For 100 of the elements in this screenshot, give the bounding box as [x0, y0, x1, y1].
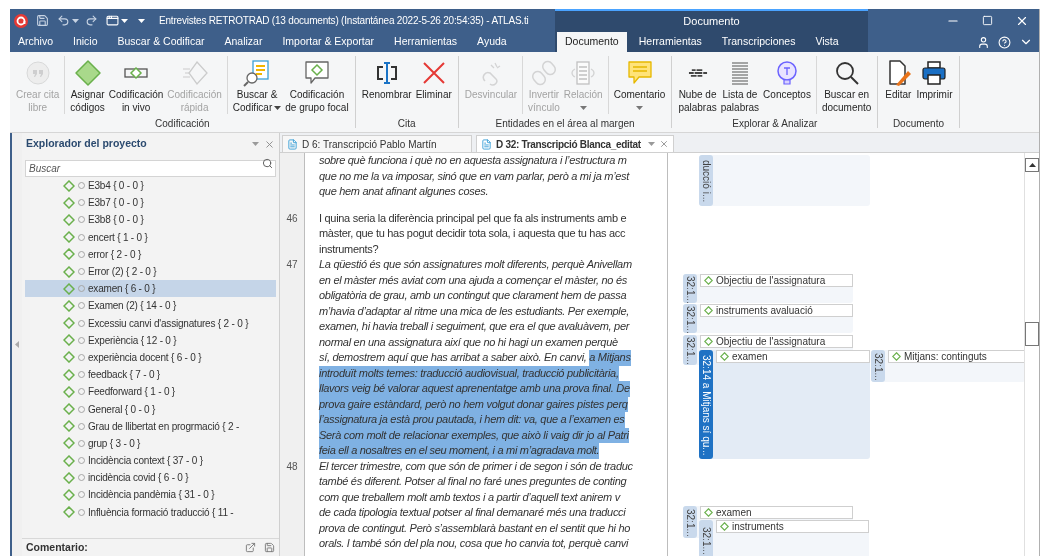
menu-tab[interactable]: Buscar & Codificar: [109, 32, 213, 52]
menu-tab[interactable]: Archivo: [10, 32, 61, 52]
menu-tab[interactable]: Inicio: [65, 32, 106, 52]
circle-icon: [78, 405, 85, 413]
menu-tab[interactable]: Herramientas: [386, 32, 466, 52]
circle-icon: [78, 508, 85, 516]
code-tree-item[interactable]: experiència docent { 6 - 0 }: [25, 348, 276, 367]
circle-icon: [78, 268, 85, 276]
code-tag[interactable]: Objectiu de l'assignatura: [700, 274, 853, 287]
code-tag[interactable]: instruments: [716, 520, 869, 533]
code-tree-item[interactable]: E3b7 { 0 - 0 }: [25, 194, 276, 212]
window-title: Entrevistes RETROTRAD (13 documents) (Instantánea 2022-5-26 20:54:35) - ATLAS.ti: [159, 14, 529, 28]
highlighted-text: l’assignatura ja està prou pautada, i hem dit: va, que a l’examen es: [319, 412, 625, 428]
ribbon-button[interactable]: Lista de palabras: [718, 56, 762, 114]
menu-tab[interactable]: Analizar: [216, 32, 271, 52]
quote-tab[interactable]: 32:1...: [871, 350, 885, 382]
ribbon-button[interactable]: Buscar & Codificar: [230, 56, 284, 114]
undo-icon[interactable]: [57, 14, 70, 27]
circle-icon: [78, 388, 85, 396]
code-tree-item[interactable]: encert { 1 - 0 }: [25, 228, 276, 246]
scroll-up-button[interactable]: [1025, 158, 1039, 172]
quote-tab[interactable]: 32:1...: [683, 335, 697, 365]
code-tag[interactable]: Mitjans: continguts: [888, 350, 1024, 363]
circle-icon: [78, 199, 85, 207]
diamond-icon: [892, 352, 901, 361]
code-tag[interactable]: Objectiu de l'assignatura: [700, 335, 853, 348]
menu-tab[interactable]: Herramientas: [630, 32, 710, 52]
code-label: Examen (2) { 14 - 0 }: [88, 299, 177, 314]
open-external-icon[interactable]: [245, 542, 256, 553]
logo-icon[interactable]: [14, 13, 28, 28]
caret-icon: [579, 105, 587, 110]
code-tree-item[interactable]: grup { 3 - 0 }: [25, 434, 276, 452]
menu-tab[interactable]: Transcripciones: [713, 32, 804, 52]
ribbon-button[interactable]: Buscar en documento: [819, 56, 874, 114]
diamond-icon: [63, 231, 75, 244]
ribbon-button[interactable]: Nube de palabras: [676, 56, 719, 114]
code-tree-item[interactable]: Grau de llibertat en progrmació { 2 -: [25, 417, 276, 435]
close-icon[interactable]: [659, 139, 669, 149]
search-field[interactable]: Buscar: [25, 160, 276, 177]
circle-icon: [78, 319, 85, 327]
ribbon-button[interactable]: Comentario: [611, 56, 668, 114]
code-tree-item[interactable]: feedback { 7 - 0 }: [25, 366, 276, 384]
code-label: encert { 1 - 0 }: [88, 230, 148, 245]
quote-tab[interactable]: 32:1...: [699, 520, 713, 556]
ribbon-button[interactable]: Conceptos: [761, 56, 813, 114]
code-tree-item[interactable]: General { 0 - 0 }: [25, 400, 276, 418]
quote-tab[interactable]: 32:14 a Mitjans sí qu...: [699, 350, 713, 459]
menu-tab[interactable]: Importar & Exportar: [274, 32, 383, 52]
code-tag[interactable]: instruments avaluació: [700, 304, 853, 317]
text-line: que no me la va imposar, sinó que en vam parlar, però a mi ja m’est: [319, 168, 630, 184]
quote-tab[interactable]: 32:1...: [683, 506, 697, 538]
quote-tab[interactable]: 32:1...: [683, 304, 697, 333]
code-label: error { 2 - 0 }: [88, 247, 142, 262]
ribbon-button[interactable]: Asignar códigos: [68, 56, 107, 114]
scrollbar[interactable]: [1024, 153, 1039, 556]
caret-icon: [252, 142, 259, 146]
help-icon[interactable]: [998, 35, 1011, 49]
ribbon-button[interactable]: Imprimir: [914, 56, 955, 114]
scroll-thumb[interactable]: [1025, 322, 1039, 346]
paragraph-number: 46: [286, 211, 298, 226]
document-tab[interactable]: D 32: Transcripció Blanca_editat: [476, 135, 674, 153]
ribbon-button[interactable]: Eliminar: [413, 56, 454, 114]
quote-tab[interactable]: 32:1...: [683, 274, 697, 303]
ribbon-button[interactable]: Editar: [882, 56, 915, 114]
code-tree-item[interactable]: Error (2) { 2 - 0 }: [25, 262, 276, 281]
code-tree-item[interactable]: E3b8 { 0 - 0 }: [25, 211, 276, 229]
code-label: experiència docent { 6 - 0 }: [88, 350, 202, 365]
code-tree-item[interactable]: examen { 6 - 0 }: [25, 280, 276, 298]
code-tree-item[interactable]: Examen (2) { 14 - 0 }: [25, 297, 276, 315]
window-icon[interactable]: [106, 14, 119, 27]
diamond-icon: [73, 59, 102, 87]
quote-icon: [23, 59, 52, 87]
menu-tab[interactable]: Ayuda: [469, 32, 515, 52]
menu-tab[interactable]: Vista: [807, 32, 847, 52]
quote-tab[interactable]: ducció i...: [699, 155, 713, 206]
code-label: feedback { 7 - 0 }: [88, 368, 160, 383]
code-tree-item[interactable]: Incidència context { 37 - 0 }: [25, 452, 276, 470]
document-tab[interactable]: D 6: Transcripció Pablo Martín: [282, 135, 472, 153]
text-line: sobre què funciona i què no en aquesta assignatura i l’estructura m: [319, 153, 627, 168]
code-tag[interactable]: examen: [700, 506, 853, 519]
code-tag[interactable]: examen: [716, 350, 870, 363]
menu-tab[interactable]: Documento: [557, 32, 627, 52]
text-line: I quina seria la diferència principal pel que fa als instruments amb e: [319, 210, 627, 226]
code-tree-item[interactable]: Experiència { 12 - 0 }: [25, 331, 276, 349]
person-icon[interactable]: [977, 35, 990, 49]
ribbon-button[interactable]: Renombrar: [359, 56, 414, 114]
save-icon[interactable]: [264, 542, 275, 553]
code-tree-item[interactable]: Incidència pandèmia { 31 - 0 }: [25, 486, 276, 504]
code-tree-item[interactable]: Influència formació traducció { 11 -: [25, 503, 276, 521]
close-icon[interactable]: [264, 138, 275, 150]
code-tree-item[interactable]: error { 2 - 0 }: [25, 245, 276, 263]
ribbon-button[interactable]: Codificación in vivo: [106, 56, 166, 114]
code-tree-item[interactable]: Excessiu canvi d'assignatures { 2 - 0 }: [25, 314, 276, 332]
maximize-icon[interactable]: [982, 15, 993, 26]
code-tree-item[interactable]: Feedforward { 1 - 0 }: [25, 383, 276, 401]
code-tree-item[interactable]: E3b4 { 0 - 0 }: [25, 177, 276, 195]
code-label: grup { 3 - 0 }: [88, 436, 141, 451]
redo-icon[interactable]: [85, 14, 98, 27]
ribbon-button[interactable]: Codificación de grupo focal: [283, 56, 351, 114]
code-tree-item[interactable]: incidència covid { 6 - 0 }: [25, 469, 276, 487]
